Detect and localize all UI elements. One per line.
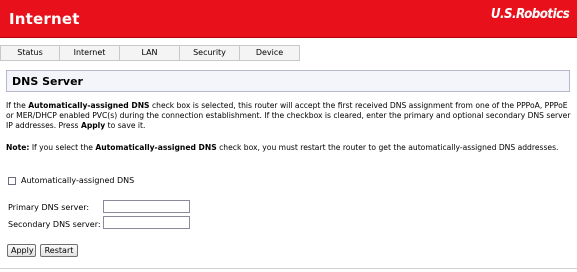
- section-title: DNS Server: [12, 75, 83, 88]
- note-label: Note:: [6, 143, 30, 152]
- tab-status[interactable]: Status: [0, 46, 60, 60]
- auto-dns-row: Automatically-assigned DNS: [8, 176, 134, 185]
- note-bold: Automatically-assigned DNS: [95, 143, 217, 152]
- footer-divider: [0, 268, 577, 269]
- secondary-dns-label: Secondary DNS server:: [8, 220, 101, 229]
- description-bold-1: Automatically-assigned DNS: [28, 101, 150, 110]
- note-part-1: If you select the: [31, 143, 93, 152]
- page-header: Internet U.S.Robotics: [0, 0, 577, 38]
- tab-security[interactable]: Security: [180, 46, 240, 60]
- description-part-3: to save it.: [107, 121, 146, 130]
- auto-dns-label: Automatically-assigned DNS: [21, 176, 135, 185]
- note-part-2: check box, you must restart the router t…: [219, 143, 559, 152]
- brand-logo: U.S.Robotics: [490, 7, 570, 22]
- description-part-1: If the: [6, 101, 26, 110]
- auto-dns-checkbox[interactable]: [8, 176, 16, 185]
- secondary-dns-input[interactable]: [103, 216, 190, 229]
- section-header: DNS Server: [6, 70, 570, 92]
- restart-button[interactable]: Restart: [40, 244, 78, 257]
- page-title: Internet: [9, 10, 80, 28]
- tab-internet[interactable]: Internet: [60, 46, 120, 60]
- tab-lan[interactable]: LAN: [120, 46, 180, 60]
- nav-tabs: Status Internet LAN Security Device: [0, 45, 300, 61]
- note-text: Note: If you select the Automatically-as…: [6, 143, 572, 153]
- description-text: If the Automatically-assigned DNS check …: [6, 101, 572, 131]
- primary-dns-input[interactable]: [103, 200, 190, 213]
- primary-dns-label: Primary DNS server:: [8, 203, 90, 212]
- apply-button[interactable]: Apply: [7, 244, 36, 257]
- description-bold-2: Apply: [80, 121, 106, 130]
- tab-device[interactable]: Device: [240, 46, 300, 60]
